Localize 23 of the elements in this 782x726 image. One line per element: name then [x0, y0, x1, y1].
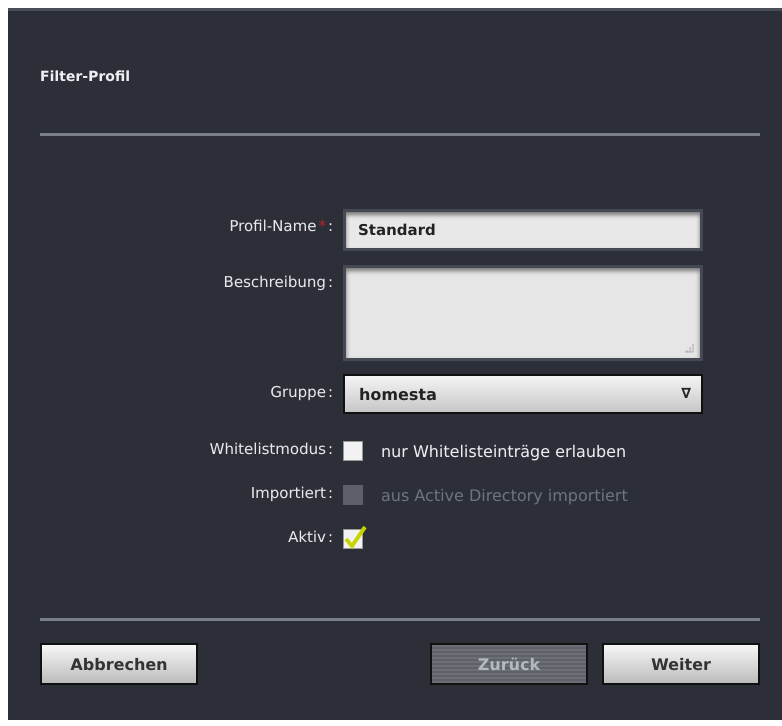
field-label: Beschreibung	[224, 273, 326, 291]
checkbox-label: nur Whitelisteinträge erlauben	[381, 442, 626, 460]
field-label: Gruppe	[270, 383, 326, 401]
dialog-title: Filter-Profil	[40, 69, 132, 87]
colon: :	[328, 484, 333, 502]
checkbox-label: aus Active Directory importiert	[381, 486, 628, 504]
colon: :	[328, 528, 333, 546]
description-field[interactable]	[343, 265, 703, 361]
resize-grip-icon[interactable]	[684, 343, 694, 353]
group-dropdown[interactable]: homesta ∇	[343, 374, 703, 414]
colon: :	[328, 440, 333, 458]
field-label: Importiert	[250, 484, 326, 502]
colon: :	[328, 273, 333, 291]
required-mark: *	[318, 217, 326, 235]
field-label: Profil-Name	[229, 217, 316, 235]
dialog-button[interactable]: Abbrechen	[40, 643, 198, 685]
field-label: Aktiv	[288, 528, 326, 546]
dialog-button[interactable]: Weiter	[602, 643, 760, 685]
field-label: Whitelistmodus	[210, 440, 326, 458]
profile-name-field[interactable]: Standard	[343, 209, 703, 251]
colon: :	[328, 383, 333, 401]
checkbox[interactable]	[343, 441, 363, 461]
colon: :	[328, 217, 333, 235]
